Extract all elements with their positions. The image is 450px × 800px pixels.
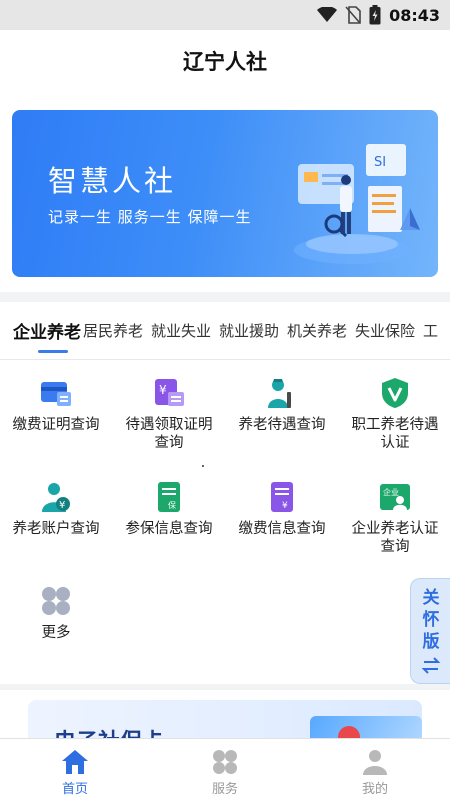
ecard-title: 电子社保卡 [54, 724, 164, 738]
ecard-image [310, 716, 422, 738]
tab-resident-pension[interactable]: 居民养老 [83, 320, 143, 341]
banner-illustration: SI [294, 144, 420, 264]
service-panel: 企业养老 居民养老 就业失业 就业援助 机关养老 失业保险 工 缴费证明查询 ¥… [0, 302, 450, 684]
pension-account-icon: ¥ [42, 483, 70, 512]
service-label: 参保信息查询 [125, 521, 213, 537]
tab-more-truncated[interactable]: 工 [423, 320, 438, 341]
stray-dot [202, 465, 204, 467]
svg-text:¥: ¥ [282, 501, 288, 511]
banner-section: 智慧人社 记录一生 服务一生 保障一生 SI [0, 92, 450, 292]
battery-charging-icon [369, 5, 381, 25]
app-header: 辽宁人社 [0, 30, 450, 92]
services-grid-icon [213, 750, 237, 774]
enterprise-verify-icon: 企业 [380, 484, 410, 510]
payment-info-icon: ¥ [271, 482, 293, 512]
nav-services[interactable]: 服务 [180, 739, 270, 800]
service-label: 企业养老认证查询 [351, 521, 439, 555]
service-payment-info[interactable]: ¥ 缴费信息查询 [232, 480, 332, 538]
nav-home[interactable]: 首页 [30, 739, 120, 800]
svg-text:保: 保 [168, 500, 176, 510]
nav-label: 我的 [361, 782, 388, 797]
service-benefit-certificate[interactable]: ¥ 待遇领取证明查询 [119, 376, 219, 452]
service-label: 更多 [41, 625, 71, 641]
svg-text:企业: 企业 [383, 487, 399, 497]
service-label: 缴费信息查询 [238, 521, 326, 537]
verified-shield-icon [382, 378, 408, 408]
status-icons: 08:43 [317, 5, 440, 25]
benefit-certificate-icon: ¥ [155, 379, 184, 406]
service-enterprise-verify[interactable]: 企业 企业养老认证查询 [345, 480, 445, 556]
service-label: 缴费证明查询 [12, 417, 100, 433]
service-label: 养老账户查询 [12, 521, 100, 537]
promo-banner[interactable]: 智慧人社 记录一生 服务一生 保障一生 SI [12, 110, 438, 277]
service-label: 养老待遇查询 [238, 417, 326, 433]
status-bar: 08:43 [0, 0, 450, 30]
service-insurance-info[interactable]: 保 参保信息查询 [119, 480, 219, 538]
tab-enterprise-pension[interactable]: 企业养老 [13, 318, 81, 343]
page-title: 辽宁人社 [183, 50, 267, 74]
svg-text:¥: ¥ [59, 500, 65, 511]
payment-certificate-icon [41, 382, 71, 406]
service-label: 职工养老待遇认证 [351, 417, 439, 451]
service-pension-account[interactable]: ¥ 养老账户查询 [6, 480, 106, 538]
care-mode-toggle[interactable]: 关怀版 [410, 578, 450, 684]
tab-government-pension[interactable]: 机关养老 [287, 320, 347, 341]
service-employee-pension-verify[interactable]: 职工养老待遇认证 [345, 376, 445, 452]
ecard-banner[interactable]: 电子社保卡 [28, 700, 422, 738]
tab-unemployment-insurance[interactable]: 失业保险 [355, 320, 415, 341]
banner-title: 智慧人社 [48, 164, 177, 198]
category-tabs: 企业养老 居民养老 就业失业 就业援助 机关养老 失业保险 工 [0, 302, 450, 360]
svg-text:¥: ¥ [159, 383, 167, 397]
nav-profile[interactable]: 我的 [330, 739, 420, 800]
bottom-nav: 首页 服务 我的 [0, 738, 450, 800]
banner-slogan: 记录一生 服务一生 保障一生 [48, 208, 252, 226]
wifi-icon [317, 7, 338, 22]
ecard-section: 电子社保卡 [0, 690, 450, 738]
status-time: 08:43 [389, 5, 440, 25]
pension-benefit-icon [268, 379, 291, 408]
tab-employment[interactable]: 就业失业 [151, 320, 211, 341]
tab-employment-aid[interactable]: 就业援助 [219, 320, 279, 341]
profile-icon [363, 750, 387, 775]
service-payment-certificate[interactable]: 缴费证明查询 [6, 376, 106, 434]
more-grid-icon [42, 587, 70, 615]
svg-text:SI: SI [374, 155, 386, 170]
active-tab-indicator [38, 350, 68, 353]
no-sim-icon [345, 6, 361, 24]
service-pension-benefit[interactable]: 养老待遇查询 [232, 376, 332, 434]
nav-label: 首页 [61, 782, 88, 797]
nav-label: 服务 [211, 782, 238, 797]
service-label: 待遇领取证明查询 [125, 417, 213, 451]
home-icon [62, 750, 88, 774]
care-mode-label: 关怀版 [422, 588, 440, 652]
switch-arrows-icon [421, 657, 441, 674]
ecard-seal-icon [338, 726, 360, 738]
insurance-info-icon: 保 [158, 482, 180, 512]
service-more[interactable]: 更多 [6, 584, 106, 642]
